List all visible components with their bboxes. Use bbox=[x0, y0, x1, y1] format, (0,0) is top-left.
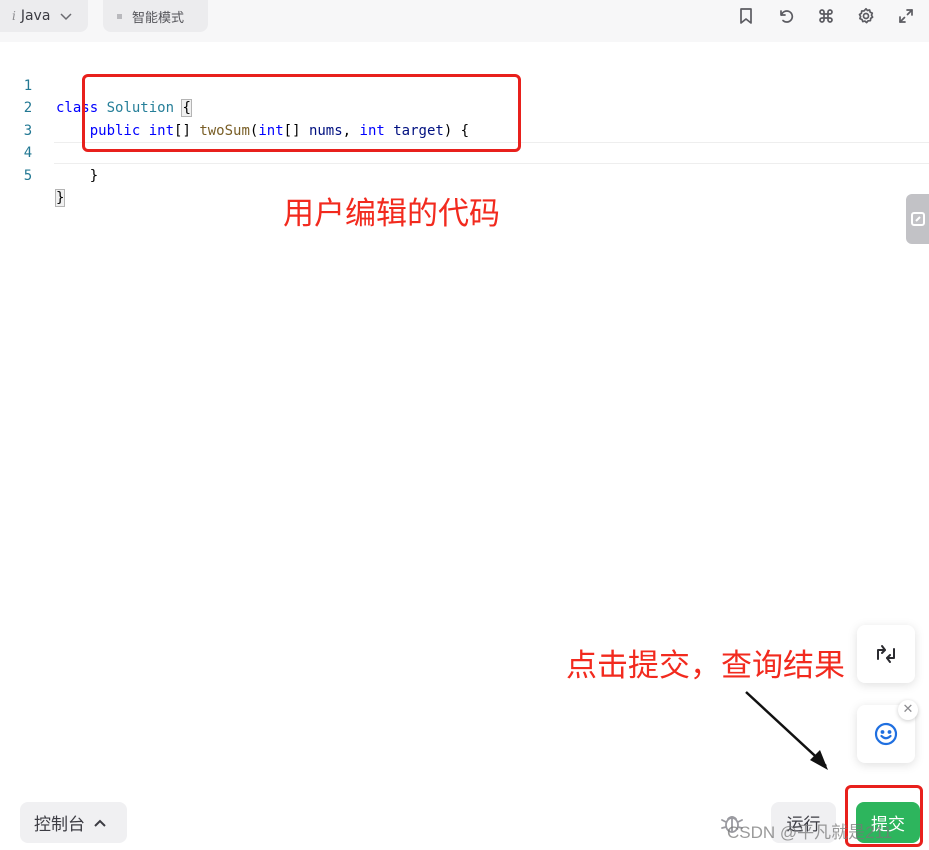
settings-icon[interactable] bbox=[855, 5, 877, 27]
code-text: } bbox=[54, 187, 66, 210]
code-token: } bbox=[54, 189, 66, 207]
editor-toolbar: i Java 智能模式 bbox=[0, 0, 929, 42]
code-annotation-label: 用户编辑的代码 bbox=[283, 196, 500, 232]
code-token: } bbox=[56, 167, 99, 184]
sync-icon bbox=[877, 645, 895, 663]
smiley-chat-icon bbox=[874, 722, 898, 746]
side-panel-toggle[interactable] bbox=[906, 194, 929, 244]
code-line: 2 public int[] twoSum(int[] nums, int ta… bbox=[0, 75, 469, 139]
close-icon[interactable]: ✕ bbox=[898, 700, 918, 720]
submit-annotation-label: 点击提交，查询结果 bbox=[566, 648, 845, 684]
code-line: 5 } bbox=[0, 142, 66, 207]
annotation-arrow-icon bbox=[745, 691, 828, 770]
sync-button[interactable] bbox=[857, 625, 915, 683]
watermark-text: CSDN @平凡就是211 bbox=[727, 823, 893, 842]
chevron-down-icon bbox=[60, 13, 72, 21]
fullscreen-icon[interactable] bbox=[895, 5, 917, 27]
code-line: 4 } bbox=[0, 120, 98, 184]
smart-mode-button[interactable]: 智能模式 bbox=[103, 0, 208, 32]
edit-panel-icon bbox=[911, 212, 925, 226]
code-text: } bbox=[56, 165, 98, 188]
smart-mode-label: 智能模式 bbox=[132, 10, 185, 26]
reset-icon[interactable] bbox=[775, 5, 797, 27]
console-button[interactable]: 控制台 bbox=[20, 802, 127, 843]
command-icon[interactable] bbox=[815, 5, 837, 27]
code-highlight-box bbox=[82, 74, 521, 152]
chevron-up-icon bbox=[94, 819, 106, 827]
language-label: Java bbox=[20, 8, 51, 24]
line-number: 5 bbox=[23, 167, 33, 184]
language-icon: i bbox=[12, 9, 16, 23]
console-label: 控制台 bbox=[34, 815, 85, 835]
mode-dot-icon bbox=[117, 13, 122, 19]
code-line: 3 bbox=[0, 97, 34, 139]
code-line: 1 class Solution { bbox=[0, 52, 192, 117]
language-select[interactable]: i Java bbox=[0, 0, 88, 32]
bookmark-icon[interactable] bbox=[735, 5, 757, 27]
